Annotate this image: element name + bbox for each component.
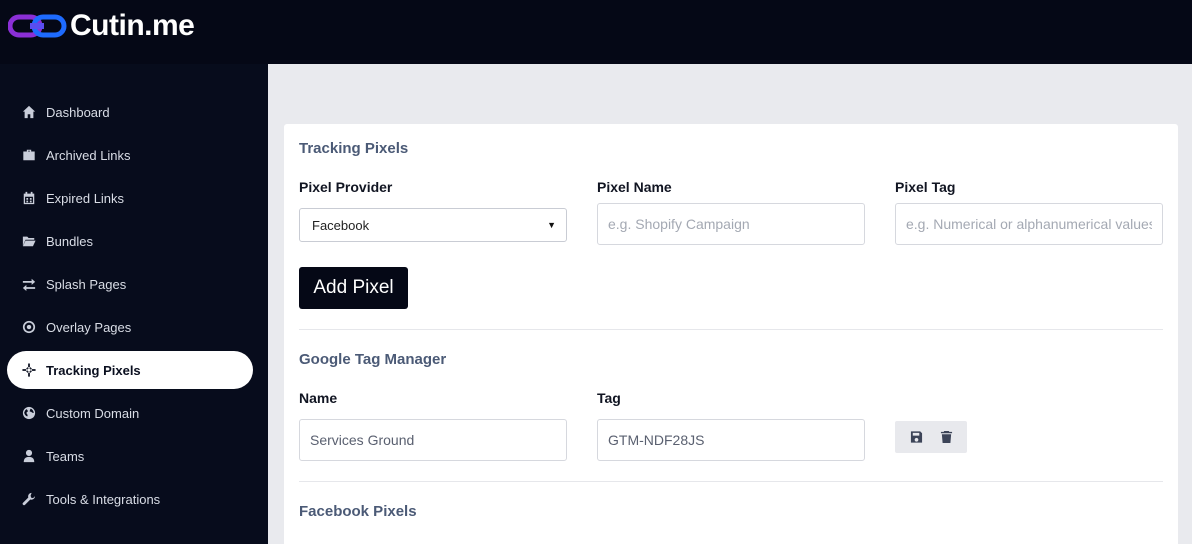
pixel-tag-label: Pixel Tag (895, 179, 956, 195)
sidebar-item-label: Bundles (46, 233, 93, 249)
section-divider (299, 329, 1163, 330)
globe-icon (21, 405, 37, 421)
sidebar-item-label: Teams (46, 448, 85, 464)
crosshair-icon (21, 362, 37, 378)
briefcase-icon (21, 147, 37, 163)
sidebar-item-archived-links[interactable]: Archived Links (7, 136, 253, 174)
save-button[interactable] (906, 427, 926, 447)
pixel-tag-input[interactable] (895, 203, 1163, 245)
sidebar-item-tracking-pixels[interactable]: Tracking Pixels (7, 351, 253, 389)
sidebar-item-label: Dashboard (46, 104, 110, 120)
sidebar: Dashboard Archived Links Expired Links B… (0, 64, 268, 544)
home-icon (21, 104, 37, 120)
sidebar-item-overlay-pages[interactable]: Overlay Pages (7, 308, 253, 346)
wrench-icon (21, 491, 37, 507)
sidebar-item-dashboard[interactable]: Dashboard (7, 93, 253, 131)
gtm-name-label: Name (299, 390, 338, 406)
exchange-icon (21, 276, 37, 292)
facebook-pixels-title: Facebook Pixels (299, 503, 417, 520)
section-divider (299, 481, 1163, 482)
brand-name: Cutin.me (70, 9, 195, 42)
sidebar-item-teams[interactable]: Teams (7, 437, 253, 475)
trash-icon (940, 430, 952, 444)
tracking-pixels-title: Tracking Pixels (299, 140, 409, 157)
user-icon (21, 448, 37, 464)
sidebar-item-custom-domain[interactable]: Custom Domain (7, 394, 253, 432)
pixel-provider-value: Facebook (312, 217, 370, 233)
add-pixel-button[interactable]: Add Pixel (299, 267, 408, 309)
sidebar-item-label: Splash Pages (46, 276, 127, 292)
sidebar-item-label: Tools & Integrations (46, 491, 161, 507)
sidebar-item-tools-integrations[interactable]: Tools & Integrations (7, 480, 253, 518)
folder-icon (21, 233, 37, 249)
gtm-tag-input[interactable] (597, 419, 865, 461)
sidebar-item-splash-pages[interactable]: Splash Pages (7, 265, 253, 303)
sidebar-item-label: Overlay Pages (46, 319, 132, 335)
brand-logo[interactable]: Cutin.me (8, 8, 195, 44)
top-bar: Cutin.me (0, 0, 1192, 64)
calendar-icon (21, 190, 37, 206)
save-icon (910, 431, 922, 443)
sidebar-item-expired-links[interactable]: Expired Links (7, 179, 253, 217)
dot-circle-icon (21, 319, 37, 335)
sidebar-item-label: Custom Domain (46, 405, 140, 421)
pixel-name-input[interactable] (597, 203, 865, 245)
sidebar-item-bundles[interactable]: Bundles (7, 222, 253, 260)
caret-down-icon: ▼ (547, 220, 556, 230)
pixel-provider-label: Pixel Provider (299, 179, 393, 195)
tracking-pixels-card: Tracking Pixels Pixel Provider Facebook … (284, 124, 1178, 544)
pixel-provider-select[interactable]: Facebook ▼ (299, 208, 567, 242)
gtm-tag-label: Tag (597, 390, 621, 406)
delete-button[interactable] (936, 427, 956, 447)
sidebar-item-label: Archived Links (46, 147, 131, 163)
pixel-name-label: Pixel Name (597, 179, 672, 195)
sidebar-item-label: Tracking Pixels (46, 362, 141, 378)
chain-link-logo-icon (8, 14, 67, 38)
gtm-name-input[interactable] (299, 419, 567, 461)
sidebar-nav: Dashboard Archived Links Expired Links B… (7, 93, 253, 523)
google-tag-manager-title: Google Tag Manager (299, 351, 447, 368)
sidebar-item-label: Expired Links (46, 190, 125, 206)
gtm-row-actions (895, 421, 967, 453)
